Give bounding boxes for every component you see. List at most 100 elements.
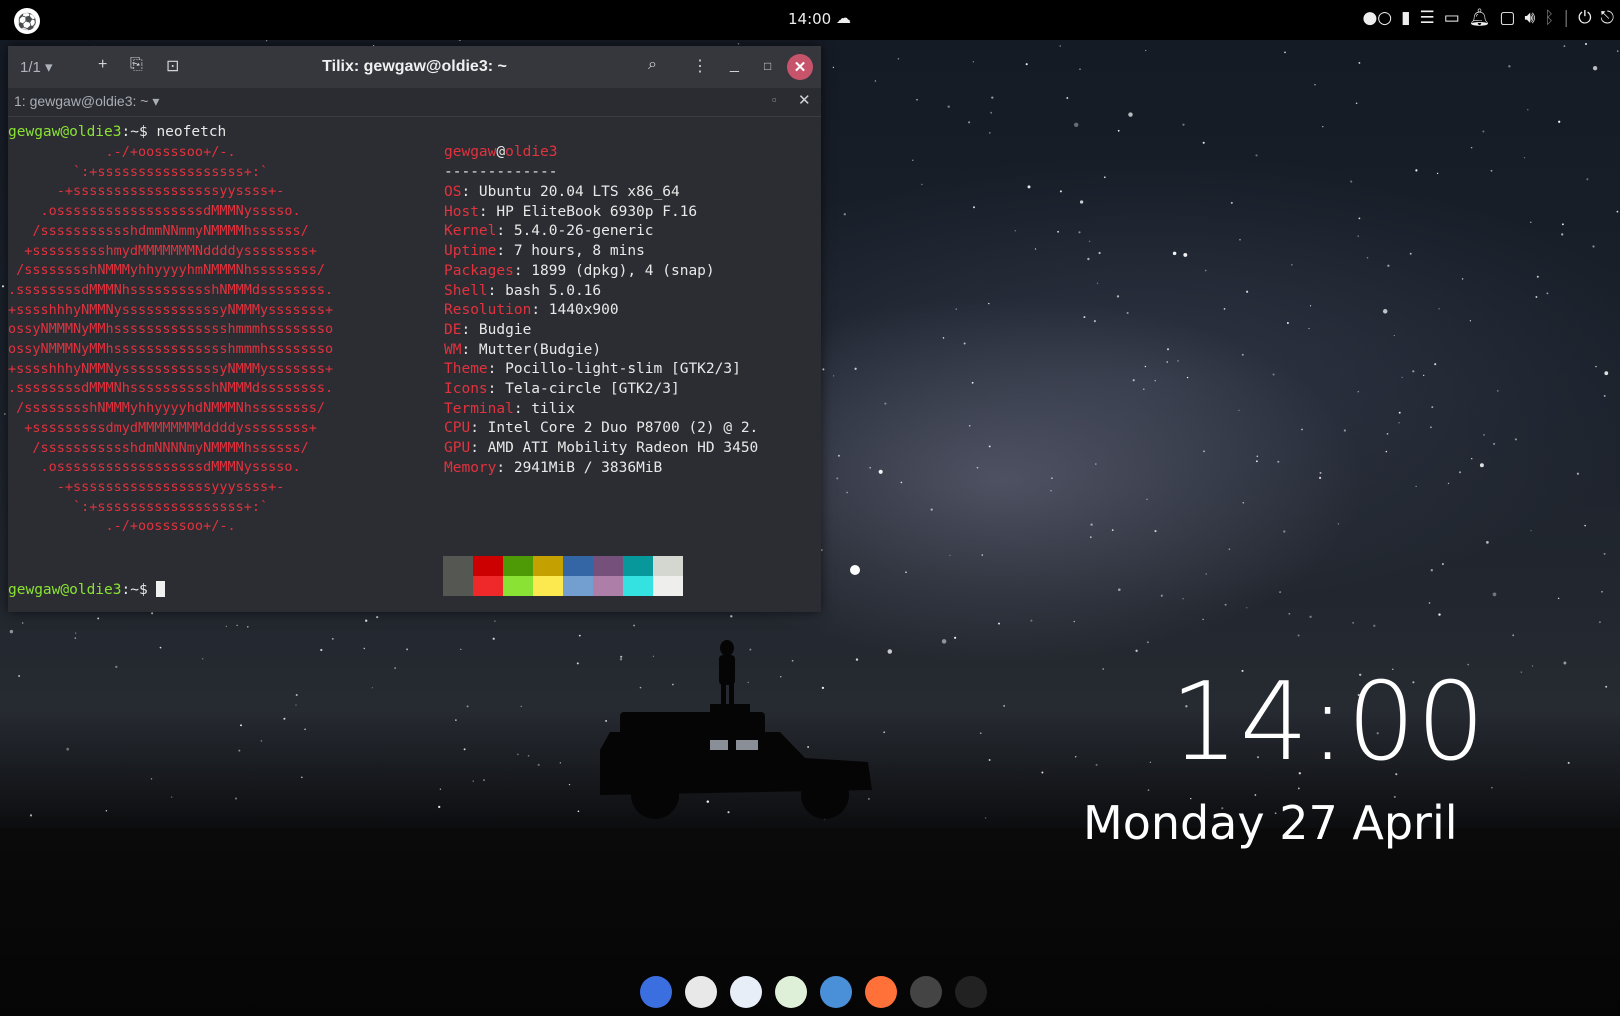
minimize-icon[interactable]: _ <box>730 56 739 74</box>
star <box>1083 316 1086 319</box>
star <box>151 612 154 615</box>
panel-clock[interactable]: 14:00 <box>788 10 831 28</box>
star <box>1585 43 1587 45</box>
star <box>1088 240 1091 243</box>
star <box>1558 120 1561 123</box>
header-host: oldie3 <box>505 144 558 160</box>
info-value: : Budgie <box>461 321 532 338</box>
logo-line: +sssshhhyNMMNyssssssssssssyNMMMysssssss+ <box>8 360 334 377</box>
star <box>1027 185 1031 189</box>
trash-icon[interactable] <box>955 976 987 1008</box>
info-row: WM: Mutter(Budgie) <box>444 340 601 360</box>
star <box>260 740 263 742</box>
maximize-icon[interactable]: □ <box>764 59 771 73</box>
close-icon[interactable]: ✕ <box>787 54 813 80</box>
tab-title[interactable]: 1: gewgaw@oldie3: ~ ▾ <box>14 93 159 110</box>
star <box>1496 390 1499 392</box>
logo-line: ossyNMMMNyMMhsssssssssssssshmmmhssssssso <box>8 341 334 357</box>
close-terminal-icon[interactable]: ✕ <box>798 91 811 109</box>
star <box>1103 176 1106 179</box>
bluetooth-icon[interactable]: ᛒ <box>1544 8 1554 28</box>
star <box>1527 109 1529 111</box>
desktop-date: Monday 27 April <box>1083 796 1458 850</box>
star <box>1 285 5 288</box>
bell-icon[interactable]: 🔔︎ <box>1469 8 1491 28</box>
search-icon[interactable]: ⌕ <box>648 56 657 74</box>
maximize-terminal-icon[interactable]: ▫ <box>772 92 777 107</box>
star <box>1423 374 1425 377</box>
star <box>1074 756 1077 758</box>
star <box>1409 252 1412 255</box>
star <box>832 66 835 69</box>
star <box>236 624 238 627</box>
star <box>1057 230 1059 233</box>
terminal-window[interactable]: 1/1 ▾ + ⎘ ⊡ Tilix: gewgaw@oldie3: ~ ⌕ ⋮ … <box>8 46 821 612</box>
app-menu-icon[interactable]: ⚽ <box>14 8 40 34</box>
star <box>1149 761 1152 763</box>
star <box>1493 442 1496 445</box>
rhythmbox-icon[interactable] <box>685 976 717 1008</box>
budgie-menu-icon[interactable] <box>640 976 672 1008</box>
star <box>1428 602 1431 604</box>
info-row: Terminal: tilix <box>444 399 575 419</box>
notes-icon[interactable]: ▮ <box>1401 8 1410 28</box>
star <box>520 705 522 708</box>
settings-icon[interactable] <box>820 976 852 1008</box>
info-value: : Tela-circle [GTK2/3] <box>487 381 680 397</box>
star <box>1297 634 1300 637</box>
star <box>320 648 323 652</box>
star <box>1382 309 1388 314</box>
star <box>854 367 857 370</box>
star <box>1337 523 1340 525</box>
star <box>1066 97 1069 99</box>
star <box>283 717 286 720</box>
star <box>295 704 297 706</box>
folder-icon[interactable]: ▭ <box>1444 8 1460 28</box>
menu-icon[interactable]: ☰ <box>1419 8 1434 28</box>
star <box>905 571 907 574</box>
logout-icon[interactable]: ⎋ <box>1601 8 1614 28</box>
info-value: : Pocillo-light-slim [GTK2/3] <box>487 361 741 378</box>
star <box>1288 612 1291 615</box>
star <box>492 637 495 640</box>
star <box>1096 282 1099 284</box>
logo-line: /sssssssshNMMMyhhyyyyhdNMMMNhssssssss/ <box>8 400 325 417</box>
info-key: CPU <box>444 420 471 437</box>
color-swatch <box>563 556 593 576</box>
info-key: Memory <box>444 459 497 476</box>
info-value: : AMD ATI Mobility Radeon HD 3450 <box>470 440 759 457</box>
star <box>1146 641 1149 644</box>
info-key: Uptime <box>444 243 497 260</box>
color-swatch <box>503 576 533 596</box>
terminal-output[interactable]: gewgaw@oldie3:~$ neofetch .-/+oossssoo+/… <box>8 118 821 612</box>
display-icon[interactable]: ▢ <box>1499 8 1515 28</box>
color-swatch <box>533 576 563 596</box>
star <box>1530 530 1532 532</box>
firefox-icon[interactable] <box>865 976 897 1008</box>
text-editor-icon[interactable] <box>775 976 807 1008</box>
title-bar[interactable]: 1/1 ▾ + ⎘ ⊡ Tilix: gewgaw@oldie3: ~ ⌕ ⋮ … <box>8 46 821 88</box>
star <box>1592 66 1598 71</box>
star <box>1145 49 1147 52</box>
star <box>3 413 6 415</box>
files-icon[interactable] <box>730 976 762 1008</box>
star <box>972 61 974 63</box>
star <box>988 759 991 761</box>
star <box>1530 221 1532 223</box>
kebab-menu-icon[interactable]: ⋮ <box>692 56 708 76</box>
star <box>1314 84 1316 86</box>
star <box>916 98 918 101</box>
info-value: : 1899 (dpkg), 4 (snap) <box>513 262 715 279</box>
star <box>460 648 462 651</box>
dots-icon[interactable]: ●○ <box>1362 8 1392 28</box>
star <box>1059 45 1061 47</box>
star <box>295 693 298 697</box>
command-text: neofetch <box>156 124 227 140</box>
logo-line: .-/+oossssoo+/-. <box>8 518 236 535</box>
star <box>1584 524 1586 527</box>
logo-line: ossyNMMMNyMMhsssssssssssssshmmmhssssssso <box>8 321 334 338</box>
power-icon[interactable]: ⏻ <box>1578 8 1591 28</box>
terminal-icon[interactable] <box>910 976 942 1008</box>
volume-icon[interactable]: 🔊︎ <box>1524 8 1535 28</box>
star <box>1385 450 1388 453</box>
